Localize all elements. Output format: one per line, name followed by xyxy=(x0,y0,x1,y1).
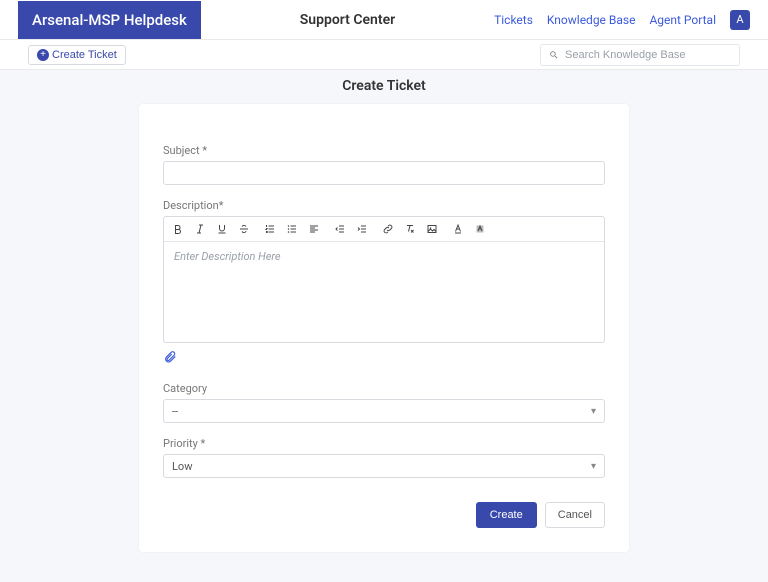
nav-tickets[interactable]: Tickets xyxy=(494,13,533,27)
bold-icon xyxy=(172,223,184,235)
chevron-down-icon: ▾ xyxy=(591,406,596,417)
create-ticket-button[interactable]: + Create Ticket xyxy=(28,45,126,65)
submit-button[interactable]: Create xyxy=(476,502,537,528)
italic-button[interactable] xyxy=(192,221,208,237)
outdent-icon xyxy=(334,223,346,235)
cancel-button[interactable]: Cancel xyxy=(545,502,605,528)
category-value: -- xyxy=(172,405,178,418)
highlight-button[interactable] xyxy=(472,221,488,237)
underline-icon xyxy=(216,223,228,235)
outdent-button[interactable] xyxy=(332,221,348,237)
indent-button[interactable] xyxy=(354,221,370,237)
search-box[interactable] xyxy=(540,44,740,66)
strike-button[interactable] xyxy=(236,221,252,237)
image-icon xyxy=(426,223,438,235)
category-field: Category -- ▾ xyxy=(163,382,605,423)
link-button[interactable] xyxy=(380,221,396,237)
create-ticket-label: Create Ticket xyxy=(52,49,117,61)
nav-knowledge-base[interactable]: Knowledge Base xyxy=(547,13,636,27)
priority-select[interactable]: Low ▾ xyxy=(163,454,605,478)
unordered-list-icon xyxy=(286,223,298,235)
clear-format-icon xyxy=(404,223,416,235)
description-input[interactable]: Enter Description Here xyxy=(164,242,604,342)
category-label: Category xyxy=(163,382,605,395)
subject-label: Subject * xyxy=(163,144,605,157)
page-title: Create Ticket xyxy=(0,78,768,94)
create-ticket-form: Subject * Description* xyxy=(139,104,629,552)
search-icon xyxy=(549,50,559,60)
subject-input[interactable] xyxy=(163,161,605,185)
app-logo[interactable]: Arsenal-MSP Helpdesk xyxy=(18,1,201,39)
subject-field: Subject * xyxy=(163,144,605,185)
chevron-down-icon: ▾ xyxy=(591,461,596,472)
center-title: Support Center xyxy=(201,12,494,28)
form-actions: Create Cancel xyxy=(163,502,605,528)
nav-links: Tickets Knowledge Base Agent Portal A xyxy=(494,10,750,30)
paperclip-icon xyxy=(163,349,177,365)
category-select[interactable]: -- ▾ xyxy=(163,399,605,423)
text-color-button[interactable] xyxy=(450,221,466,237)
attach-row xyxy=(163,349,605,368)
link-icon xyxy=(382,223,394,235)
priority-field: Priority * Low ▾ xyxy=(163,437,605,478)
attachment-button[interactable] xyxy=(163,349,177,368)
description-label: Description* xyxy=(163,199,605,212)
priority-label: Priority * xyxy=(163,437,605,450)
nav-agent-portal[interactable]: Agent Portal xyxy=(649,13,716,27)
rich-text-editor: Enter Description Here xyxy=(163,216,605,343)
priority-value: Low xyxy=(172,460,192,473)
top-nav-bar: Arsenal-MSP Helpdesk Support Center Tick… xyxy=(0,0,768,40)
description-field: Description* xyxy=(163,199,605,368)
italic-icon xyxy=(194,223,206,235)
bold-button[interactable] xyxy=(170,221,186,237)
avatar[interactable]: A xyxy=(730,10,750,30)
highlight-icon xyxy=(474,223,486,235)
strike-icon xyxy=(238,223,250,235)
editor-toolbar xyxy=(164,217,604,242)
plus-icon: + xyxy=(37,49,49,61)
underline-button[interactable] xyxy=(214,221,230,237)
search-input[interactable] xyxy=(565,49,731,61)
align-button[interactable] xyxy=(306,221,322,237)
ordered-list-icon xyxy=(264,223,276,235)
indent-icon xyxy=(356,223,368,235)
toolbar: + Create Ticket xyxy=(0,40,768,70)
image-button[interactable] xyxy=(424,221,440,237)
text-color-icon xyxy=(452,223,464,235)
clear-format-button[interactable] xyxy=(402,221,418,237)
unordered-list-button[interactable] xyxy=(284,221,300,237)
align-icon xyxy=(308,223,320,235)
ordered-list-button[interactable] xyxy=(262,221,278,237)
